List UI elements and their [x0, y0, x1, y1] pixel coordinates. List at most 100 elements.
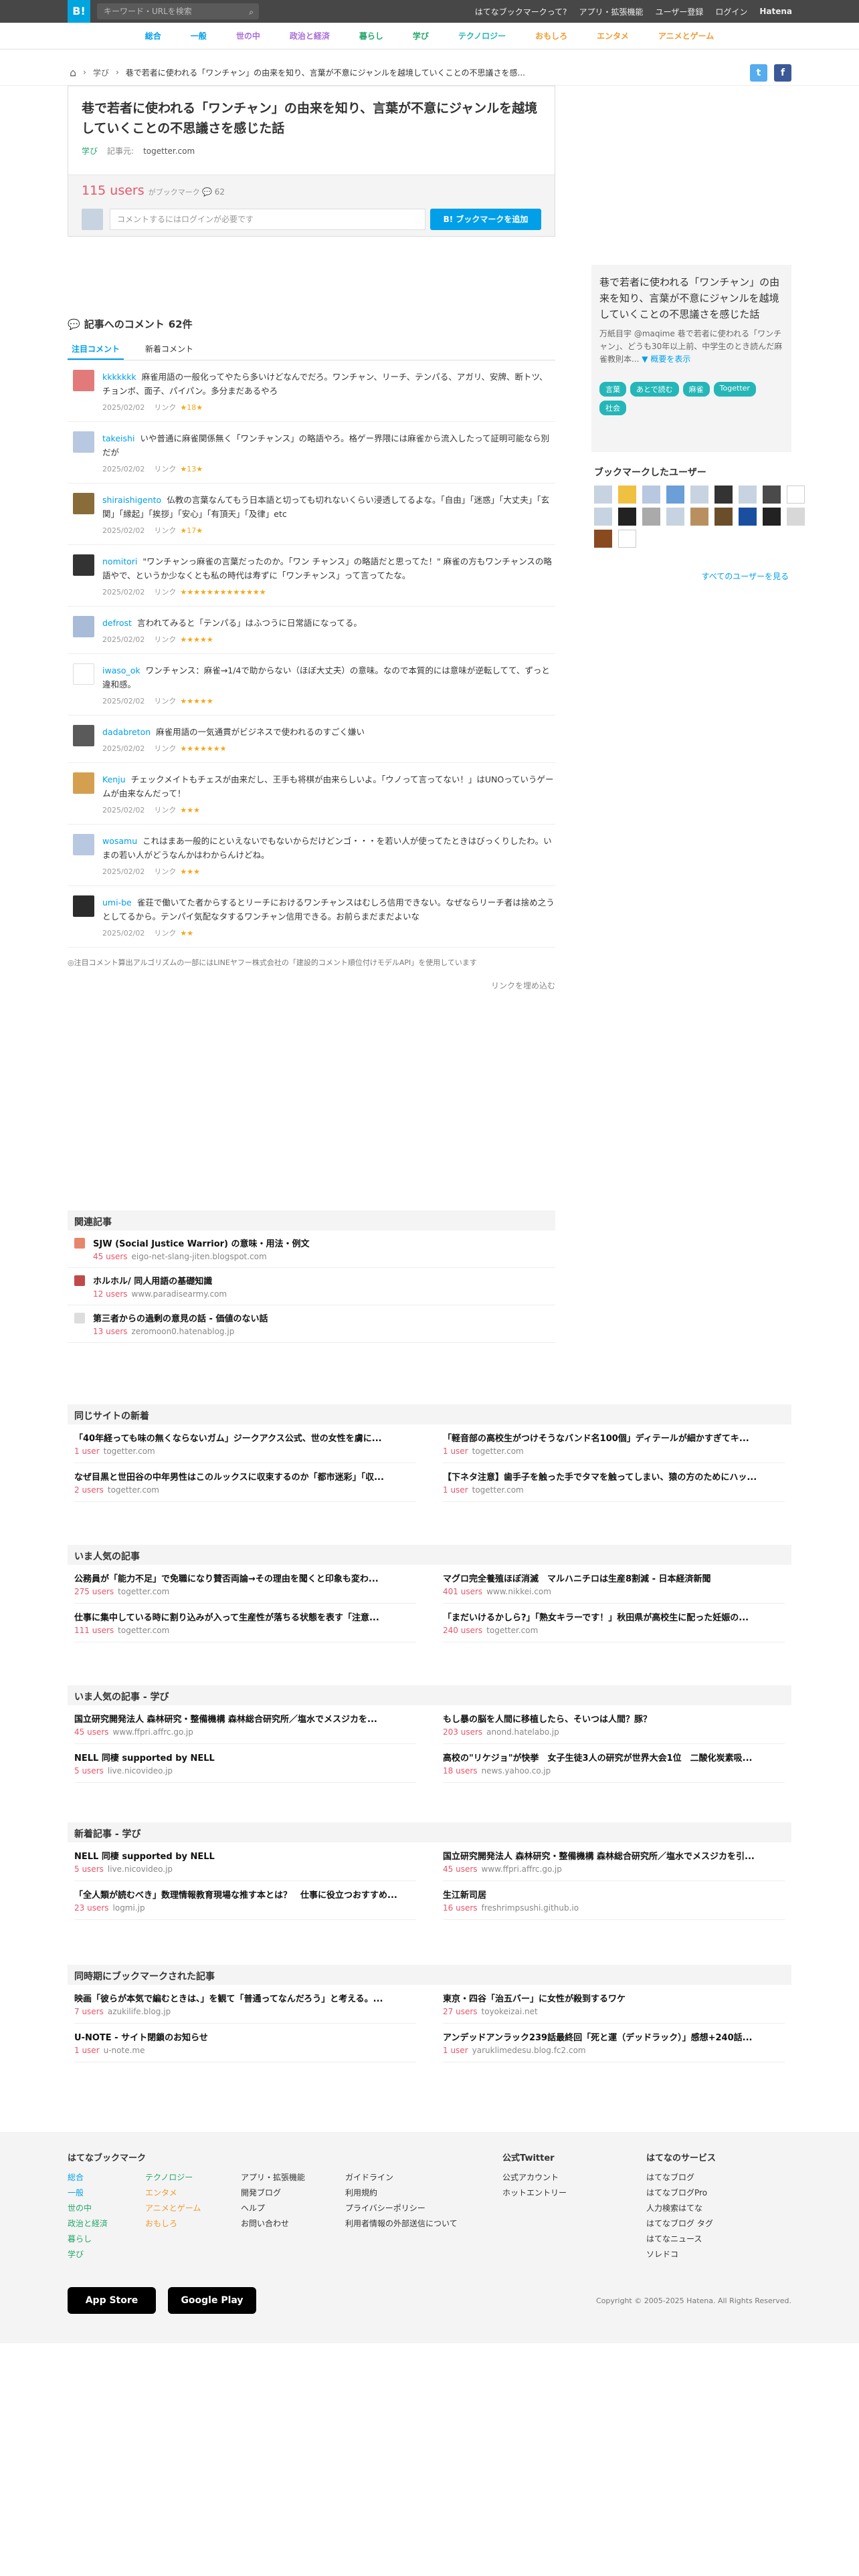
google-play-badge[interactable]: Google Play: [168, 2287, 256, 2314]
comment-user[interactable]: defrost: [102, 618, 132, 628]
footer-link[interactable]: 総合: [68, 2170, 146, 2185]
domain[interactable]: azukilife.blog.jp: [108, 2007, 171, 2016]
article-title[interactable]: 映画「彼らが本気で編むときは、」を観て「普通ってなんだろう」と考える。...: [74, 1992, 416, 2004]
domain[interactable]: togetter.com: [118, 1587, 169, 1596]
hatena-bookmark-logo[interactable]: B!: [68, 0, 90, 23]
domain[interactable]: live.nicovideo.jp: [108, 1766, 173, 1776]
comment-user[interactable]: shiraishigento: [102, 495, 161, 505]
article-title[interactable]: U-NOTE - サイト閉鎖のお知らせ: [74, 2030, 416, 2043]
footer-link[interactable]: テクノロジー: [145, 2170, 201, 2185]
footer-link[interactable]: ガイドライン: [345, 2170, 458, 2185]
nav-general[interactable]: 総合: [130, 30, 176, 41]
comment-link[interactable]: リンク: [154, 806, 176, 815]
comment-link[interactable]: リンク: [154, 635, 176, 644]
user-avatar[interactable]: [763, 486, 781, 504]
article-title[interactable]: 「40年経っても味の無くならないガム」ジークアクス公式、世の女性を虜に...: [74, 1431, 416, 1444]
comment-user[interactable]: Kenju: [102, 774, 126, 784]
users-count[interactable]: 45 users: [74, 1727, 109, 1737]
footer-link[interactable]: 政治と経済: [68, 2216, 146, 2232]
domain[interactable]: toyokeizai.net: [482, 2007, 538, 2016]
users-count[interactable]: 2 users: [74, 1485, 104, 1495]
comment-user[interactable]: kkkkkkk: [102, 372, 136, 382]
comment-link[interactable]: リンク: [154, 526, 176, 535]
comment-link[interactable]: リンク: [154, 744, 176, 753]
home-icon[interactable]: ⌂: [70, 66, 76, 79]
article-title[interactable]: もし暴の脳を人間に移植したら、そいつは人間？豚？: [443, 1712, 785, 1725]
article-title[interactable]: 東京・四谷「治五バー」に女性が殺到するワケ: [443, 1992, 785, 2004]
tag[interactable]: Togetter: [713, 382, 756, 397]
comment-link[interactable]: リンク: [154, 588, 176, 597]
apps-link[interactable]: アプリ・拡張機能: [579, 6, 644, 17]
domain[interactable]: togetter.com: [104, 1446, 155, 1456]
related-item[interactable]: SJW (Social Justice Warrior) の意味・用法・例文 45…: [68, 1230, 555, 1268]
footer-link[interactable]: プライバシーポリシー: [345, 2201, 458, 2216]
app-store-badge[interactable]: App Store: [68, 2287, 156, 2314]
article-item[interactable]: 生江新司居 16 users freshrimpsushi.github.io: [443, 1881, 785, 1920]
comment-date[interactable]: 2025/02/02: [102, 806, 145, 815]
comment-date[interactable]: 2025/02/02: [102, 744, 145, 753]
footer-link[interactable]: 人力検索はてな: [646, 2201, 716, 2216]
star-count[interactable]: ★★★★★★★: [180, 744, 226, 753]
footer-link[interactable]: 世の中: [68, 2201, 146, 2216]
star-count[interactable]: ★18★: [180, 403, 203, 412]
footer-link[interactable]: はてなブログ: [646, 2170, 716, 2185]
domain[interactable]: freshrimpsushi.github.io: [482, 1903, 579, 1913]
tag[interactable]: あとで読む: [630, 382, 679, 397]
star-count[interactable]: ★13★: [180, 465, 203, 473]
twitter-share-icon[interactable]: t: [750, 64, 767, 82]
user-avatar[interactable]: [618, 530, 636, 548]
domain[interactable]: www.paradisearmy.com: [132, 1289, 227, 1299]
users-count[interactable]: 1 user: [443, 1485, 468, 1495]
article-item[interactable]: 「40年経っても味の無くならないガム」ジークアクス公式、世の女性を虜に... 1 …: [74, 1424, 416, 1463]
avatar[interactable]: [73, 663, 94, 685]
user-avatar[interactable]: [787, 486, 805, 504]
entry-category[interactable]: 学び: [82, 145, 98, 156]
user-avatar[interactable]: [739, 508, 757, 526]
avatar[interactable]: [73, 554, 94, 576]
comment-date[interactable]: 2025/02/02: [102, 635, 145, 644]
footer-link[interactable]: ソレドコ: [646, 2247, 716, 2262]
users-count[interactable]: 5 users: [74, 1864, 104, 1874]
article-title[interactable]: アンデッドアンラック239話最終回「死と運（デッドラック）」感想+240話...: [443, 2030, 785, 2043]
article-item[interactable]: 「軽音部の高校生がつけそうなバンド名100個」ディテールが細かすぎてキ... 1 …: [443, 1424, 785, 1463]
user-avatar[interactable]: [618, 486, 636, 504]
avatar[interactable]: [73, 616, 94, 637]
entry-domain[interactable]: togetter.com: [143, 146, 195, 156]
article-item[interactable]: 国立研究開発法人 森林研究・整備機構 森林総合研究所／塩水でメスジカを... 45…: [74, 1705, 416, 1744]
article-title[interactable]: 高校の"リケジョ"が快挙 女子生徒3人の研究が世界大会1位 二酸化炭素吸...: [443, 1751, 785, 1763]
comment-link[interactable]: リンク: [154, 403, 176, 412]
user-avatar[interactable]: [690, 508, 708, 526]
domain[interactable]: live.nicovideo.jp: [108, 1864, 173, 1874]
nav-politics[interactable]: 政治と経済: [275, 30, 345, 41]
user-avatar[interactable]: [714, 508, 733, 526]
domain[interactable]: www.nikkei.com: [486, 1587, 551, 1596]
footer-link[interactable]: はてなブログ タグ: [646, 2216, 716, 2232]
avatar[interactable]: [73, 493, 94, 514]
user-avatar[interactable]: [618, 508, 636, 526]
article-title[interactable]: 国立研究開発法人 森林研究・整備機構 森林総合研究所／塩水でメスジカを...: [74, 1712, 416, 1725]
user-avatar[interactable]: [642, 486, 660, 504]
avatar[interactable]: [73, 834, 94, 855]
footer-link[interactable]: 利用者情報の外部送信について: [345, 2216, 458, 2232]
hatena-logo[interactable]: Hatena: [759, 7, 792, 16]
domain[interactable]: eigo-net-slang-jiten.blogspot.com: [132, 1252, 267, 1261]
users-count[interactable]: 16 users: [443, 1903, 478, 1913]
star-count[interactable]: ★★★: [180, 806, 200, 815]
footer-link[interactable]: アニメとゲーム: [145, 2201, 201, 2216]
comment-input[interactable]: コメントするにはログインが必要です: [110, 209, 425, 230]
article-title[interactable]: 「軽音部の高校生がつけそうなバンド名100個」ディテールが細かすぎてキ...: [443, 1431, 785, 1444]
users-count[interactable]: 7 users: [74, 2007, 104, 2016]
domain[interactable]: www.ffpri.affrc.go.jp: [113, 1727, 193, 1737]
comment-user[interactable]: iwaso_ok: [102, 665, 140, 675]
login-link[interactable]: ログイン: [715, 6, 747, 17]
nav-fun[interactable]: おもしろ: [520, 30, 582, 41]
domain[interactable]: togetter.com: [486, 1626, 538, 1635]
tag[interactable]: 社会: [599, 401, 626, 415]
domain[interactable]: news.yahoo.co.jp: [482, 1766, 551, 1776]
users-count[interactable]: 5 users: [74, 1766, 104, 1776]
domain[interactable]: www.ffpri.affrc.go.jp: [482, 1864, 562, 1874]
article-title[interactable]: 生江新司居: [443, 1888, 785, 1901]
users-count[interactable]: 12 users: [93, 1289, 128, 1299]
footer-link[interactable]: エンタメ: [145, 2185, 201, 2201]
add-bookmark-button[interactable]: B! ブックマークを追加: [430, 209, 541, 230]
